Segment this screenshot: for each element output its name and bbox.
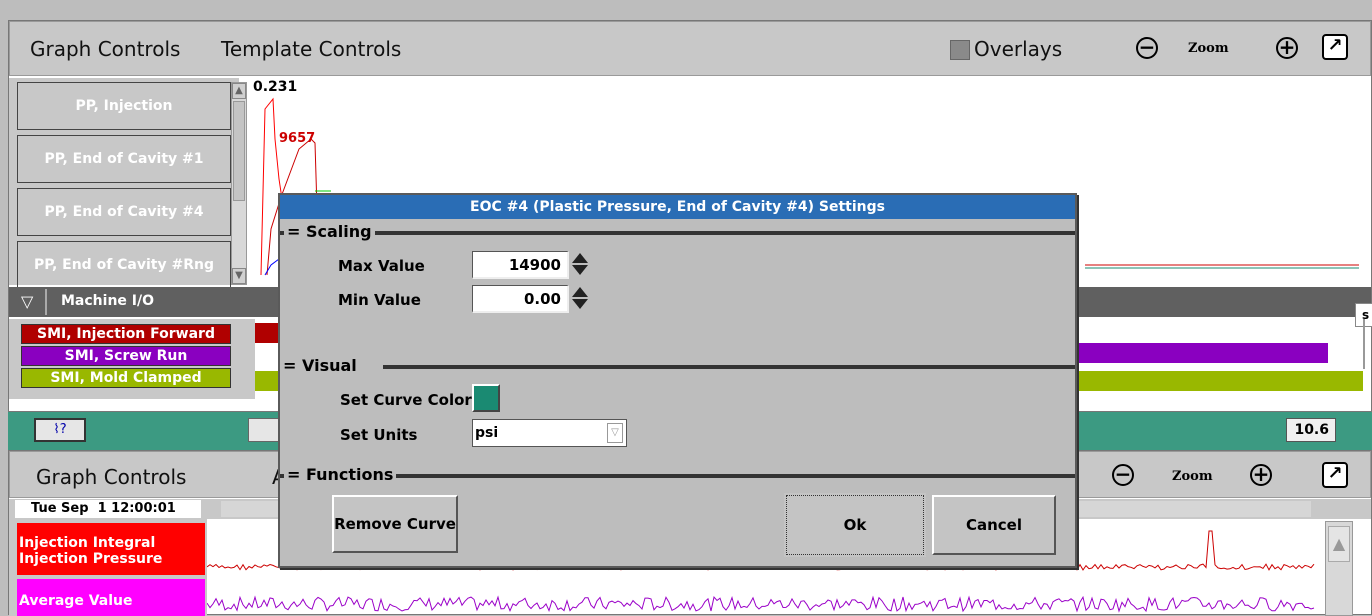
timestamp: Tue Sep 1 12:00:01 xyxy=(15,500,201,518)
bottom-curve-list: Injection Integral Injection Pressure Av… xyxy=(9,519,207,616)
overlays-checkbox[interactable] xyxy=(950,40,970,60)
io-button-screw-run[interactable]: SMI, Screw Run xyxy=(21,346,231,366)
zoom-label: Zoom xyxy=(1172,469,1213,484)
curve-button-label: PP, End of Cavity #Rng xyxy=(34,257,214,273)
cancel-button[interactable]: Cancel xyxy=(932,495,1056,555)
scroll-down-icon[interactable]: ▼ xyxy=(232,268,246,284)
min-value-input[interactable]: 0.00 xyxy=(472,285,569,313)
visual-header: = Visual xyxy=(280,356,383,375)
functions-header: = Functions xyxy=(284,465,397,484)
graph-controls-menu[interactable]: Graph Controls xyxy=(30,37,180,61)
units-select[interactable]: psi ▽ xyxy=(472,419,627,447)
curve-button-injection-integral[interactable]: Injection Integral Injection Pressure xyxy=(17,523,205,575)
overlays-label: Overlays xyxy=(974,37,1063,61)
template-controls-menu[interactable]: Template Controls xyxy=(221,37,401,61)
dialog-title: EOC #4 (Plastic Pressure, End of Cavity … xyxy=(280,195,1075,219)
graph-controls-menu[interactable]: Graph Controls xyxy=(36,465,186,489)
scaling-header: = Scaling xyxy=(284,222,375,241)
curve-button-pp-eoc-rng[interactable]: PP, End of Cavity #Rng xyxy=(17,241,231,289)
scroll-thumb[interactable] xyxy=(233,101,245,201)
min-value-label: Min Value xyxy=(338,291,421,309)
curve-button-average-value[interactable]: Average Value xyxy=(17,579,205,616)
units-label: Set Units xyxy=(340,426,418,444)
scroll-up-icon[interactable]: ▲ xyxy=(1328,526,1350,562)
remove-curve-button[interactable]: Remove Curve xyxy=(332,495,458,553)
ok-button[interactable]: Ok xyxy=(784,493,926,557)
curve-color-swatch[interactable] xyxy=(472,384,500,412)
curve-settings-dialog: EOC #4 (Plastic Pressure, End of Cavity … xyxy=(278,193,1077,568)
units-value: psi xyxy=(475,425,499,441)
curve-list: PP, Injection PP, End of Cavity #1 PP, E… xyxy=(9,78,247,289)
min-value-spinner[interactable] xyxy=(572,285,588,313)
expand-icon[interactable]: ↗ xyxy=(1322,462,1348,488)
io-button-mold-clamped[interactable]: SMI, Mold Clamped xyxy=(21,368,231,388)
zoom-out-icon[interactable]: − xyxy=(1112,464,1134,486)
machine-io-label: Machine I/O xyxy=(61,293,155,309)
max-value-label: Max Value xyxy=(338,257,425,275)
top-toolbar: Graph Controls Template Controls Overlay… xyxy=(9,21,1371,76)
curve-button-pp-injection[interactable]: PP, Injection xyxy=(17,82,231,130)
zoom-out-icon[interactable]: − xyxy=(1136,37,1158,59)
dropdown-chevron-icon[interactable]: ▽ xyxy=(607,423,623,443)
curve-button-label: PP, End of Cavity #4 xyxy=(44,204,204,220)
zoom-in-icon[interactable]: + xyxy=(1276,37,1298,59)
status-field[interactable] xyxy=(248,418,280,442)
max-value-spinner[interactable] xyxy=(572,251,588,279)
curve-button-pp-eoc1[interactable]: PP, End of Cavity #1 xyxy=(17,135,231,183)
max-value-input[interactable]: 14900 xyxy=(472,251,569,279)
expand-icon[interactable]: ↗ xyxy=(1322,34,1348,60)
graph-help-icon[interactable]: ⌇? xyxy=(34,418,86,442)
zoom-in-icon[interactable]: + xyxy=(1250,464,1272,486)
curve-peak-label: 9657 xyxy=(279,131,316,146)
io-trace-screw-run xyxy=(1076,343,1328,363)
curve-button-label: PP, End of Cavity #1 xyxy=(44,151,204,167)
bottom-scrollbar[interactable]: ▲ xyxy=(1325,521,1353,616)
io-list: SMI, Injection Forward SMI, Screw Run SM… xyxy=(9,319,255,399)
collapse-chevron-icon[interactable]: ▽ xyxy=(21,292,33,311)
io-button-injection-forward[interactable]: SMI, Injection Forward xyxy=(21,324,231,344)
curve-button-label: PP, Injection xyxy=(75,98,173,114)
curve-button-pp-eoc4[interactable]: PP, End of Cavity #4 xyxy=(17,188,231,236)
curve-list-scrollbar[interactable]: ▲ ▼ xyxy=(231,82,247,285)
time-readout: 10.6 xyxy=(1286,418,1336,442)
curve-color-label: Set Curve Color xyxy=(340,391,472,409)
zoom-label: Zoom xyxy=(1188,41,1229,56)
scroll-up-icon[interactable]: ▲ xyxy=(232,83,246,99)
